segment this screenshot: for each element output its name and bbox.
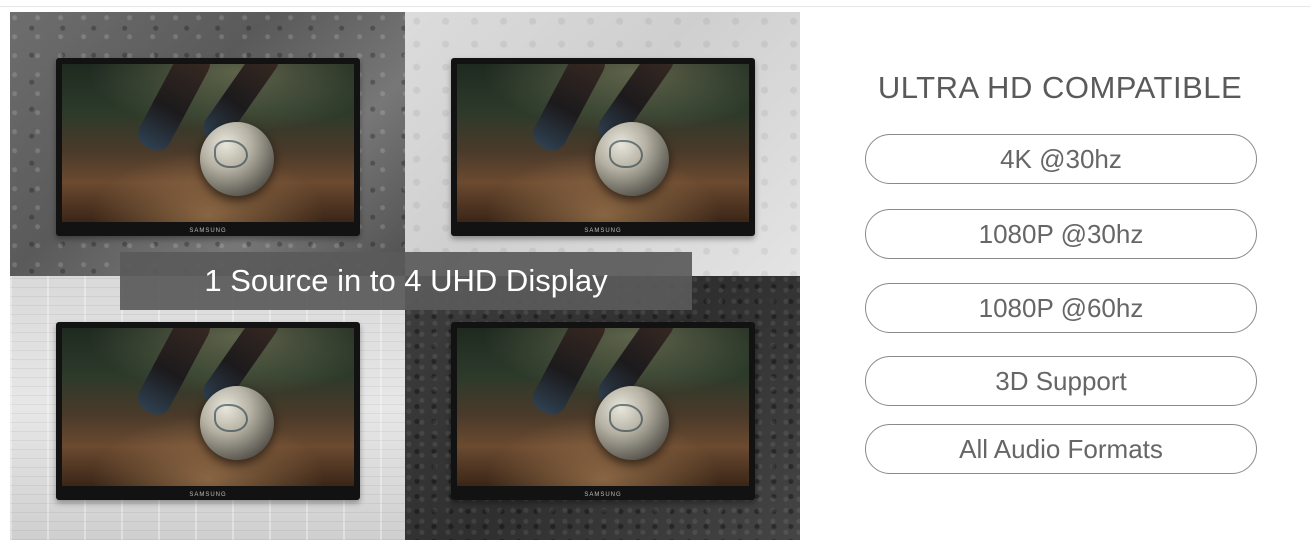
wall-bottom-left: SAMSUNG bbox=[10, 276, 405, 540]
tv-screen bbox=[62, 64, 354, 222]
feature-pill-1080p-30hz: 1080P @30hz bbox=[865, 209, 1257, 259]
soccer-ball-image bbox=[200, 386, 274, 460]
tv-display-bottom-right: SAMSUNG bbox=[451, 322, 755, 500]
tv-brand-label: SAMSUNG bbox=[584, 492, 622, 498]
wall-top-right: SAMSUNG bbox=[405, 12, 800, 276]
tv-display-top-left: SAMSUNG bbox=[56, 58, 360, 236]
tv-display-bottom-left: SAMSUNG bbox=[56, 322, 360, 500]
tv-screen bbox=[457, 64, 749, 222]
soccer-ball-image bbox=[595, 386, 669, 460]
wall-top-left: SAMSUNG bbox=[10, 12, 405, 276]
features-title: ULTRA HD COMPATIBLE bbox=[877, 70, 1243, 105]
hero-caption: 1 Source in to 4 UHD Display bbox=[120, 252, 692, 310]
feature-pill-audio-formats: All Audio Formats bbox=[865, 424, 1257, 474]
tv-display-top-right: SAMSUNG bbox=[451, 58, 755, 236]
features-panel: ULTRA HD COMPATIBLE 4K @30hz 1080P @30hz… bbox=[860, 70, 1260, 474]
tv-brand-label: SAMSUNG bbox=[189, 492, 227, 498]
soccer-ball-image bbox=[200, 122, 274, 196]
feature-pill-4k-30hz: 4K @30hz bbox=[865, 134, 1257, 184]
feature-pill-3d-support: 3D Support bbox=[865, 356, 1257, 406]
soccer-ball-image bbox=[595, 122, 669, 196]
top-divider bbox=[0, 6, 1310, 7]
tv-screen bbox=[62, 328, 354, 486]
tv-brand-label: SAMSUNG bbox=[584, 228, 622, 234]
tv-screen bbox=[457, 328, 749, 486]
wall-bottom-right: SAMSUNG bbox=[405, 276, 800, 540]
feature-pill-1080p-60hz: 1080P @60hz bbox=[865, 283, 1257, 333]
tv-brand-label: SAMSUNG bbox=[189, 228, 227, 234]
